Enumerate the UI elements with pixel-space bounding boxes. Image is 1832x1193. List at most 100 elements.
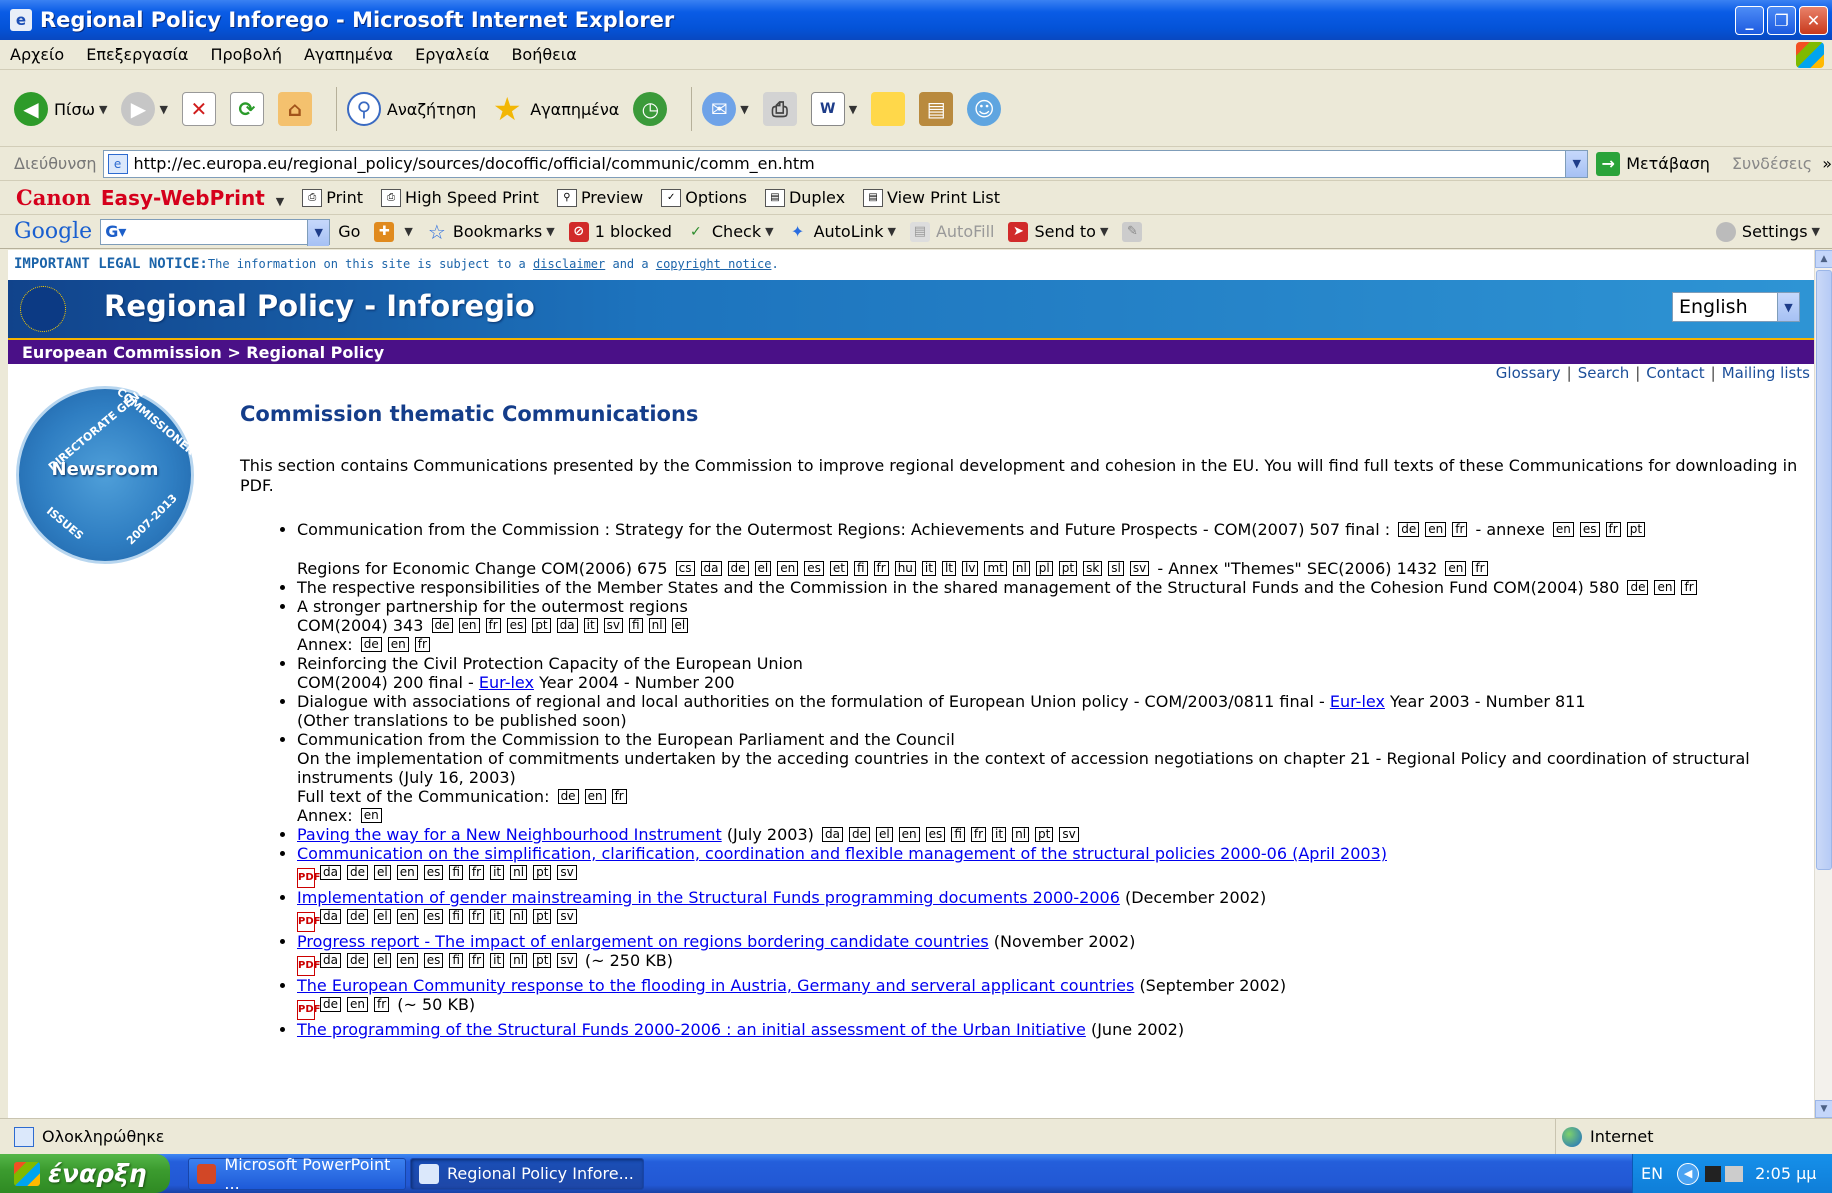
- language-link-it[interactable]: it: [583, 618, 598, 633]
- language-link-it[interactable]: it: [490, 953, 505, 968]
- language-link-fr[interactable]: fr: [468, 909, 485, 924]
- go-button[interactable]: → Μετάβαση: [1596, 151, 1710, 176]
- menu-edit[interactable]: Επεξεργασία: [86, 45, 188, 64]
- address-dropdown-icon[interactable]: ▼: [1565, 150, 1588, 177]
- research-button[interactable]: ▤: [919, 92, 954, 126]
- language-link-pt[interactable]: pt: [533, 865, 552, 880]
- language-link-pt[interactable]: pt: [1035, 827, 1054, 842]
- language-link-fi[interactable]: fi: [449, 909, 463, 924]
- language-link-sv[interactable]: sv: [557, 953, 577, 968]
- language-link-fr[interactable]: fr: [1472, 561, 1488, 576]
- language-link-es[interactable]: es: [506, 618, 527, 633]
- language-link-pt[interactable]: pt: [1626, 522, 1646, 537]
- language-link-lv[interactable]: lv: [962, 561, 979, 576]
- canon-print-button[interactable]: ⎙ Print: [302, 188, 363, 207]
- language-link-el[interactable]: el: [754, 561, 772, 576]
- language-link-en[interactable]: en: [396, 953, 418, 968]
- scroll-down-icon[interactable]: ▼: [1815, 1100, 1832, 1118]
- language-link-pt[interactable]: pt: [1058, 561, 1078, 576]
- language-link-mt[interactable]: mt: [984, 561, 1007, 576]
- item-link[interactable]: Implementation of gender mainstreaming i…: [297, 888, 1120, 907]
- language-link-fr[interactable]: fr: [485, 618, 501, 633]
- language-link-en[interactable]: en: [584, 789, 606, 804]
- item-link[interactable]: Paving the way for a New Neighbourhood I…: [297, 825, 722, 844]
- language-link-el[interactable]: el: [875, 827, 893, 842]
- scroll-thumb[interactable]: [1816, 270, 1832, 870]
- address-input[interactable]: e http://ec.europa.eu/regional_policy/so…: [102, 149, 1589, 178]
- language-link-lt[interactable]: lt: [941, 561, 956, 576]
- pdf-icon[interactable]: PDF: [297, 956, 320, 976]
- disclaimer-link[interactable]: disclaimer: [533, 257, 605, 271]
- language-link-fr[interactable]: fr: [414, 637, 430, 652]
- monitor-icon[interactable]: [1725, 1165, 1744, 1182]
- glossary-link[interactable]: Glossary: [1496, 364, 1561, 382]
- language-link-pt[interactable]: pt: [533, 909, 552, 924]
- language-link-en[interactable]: en: [1425, 522, 1447, 537]
- language-link-da[interactable]: da: [320, 953, 341, 968]
- high-speed-print-button[interactable]: ⎙ High Speed Print: [381, 188, 539, 207]
- language-link-nl[interactable]: nl: [1012, 561, 1030, 576]
- start-button[interactable]: έναρξη: [0, 1154, 170, 1193]
- forward-button[interactable]: ▶ ▼: [121, 92, 168, 126]
- language-link-es[interactable]: es: [423, 909, 444, 924]
- back-button[interactable]: ◀ Πίσω ▼: [14, 92, 107, 126]
- pdf-icon[interactable]: PDF: [297, 912, 320, 932]
- refresh-button[interactable]: ⟳: [229, 92, 264, 126]
- taskbar-item-ie[interactable]: Regional Policy Infore...: [410, 1157, 644, 1190]
- autolink-button[interactable]: ✦ AutoLink ▼: [788, 222, 896, 242]
- newsroom-badge[interactable]: DIRECTORATE GENERAL COMMISSIONER Newsroo…: [16, 369, 197, 564]
- language-link-fr[interactable]: fr: [1605, 522, 1621, 537]
- spell-check-button[interactable]: ✓ Check ▼: [686, 222, 774, 242]
- options-button[interactable]: ✓ Options: [661, 188, 747, 207]
- language-link-fr[interactable]: fr: [611, 789, 627, 804]
- taskbar-item-powerpoint[interactable]: Microsoft PowerPoint ...: [188, 1155, 406, 1193]
- vertical-scrollbar[interactable]: ▲ ▼: [1814, 250, 1832, 1118]
- language-link-en[interactable]: en: [396, 909, 418, 924]
- scroll-up-icon[interactable]: ▲: [1815, 250, 1832, 268]
- language-link-de[interactable]: de: [346, 909, 368, 924]
- language-link-es[interactable]: es: [423, 953, 444, 968]
- language-link-pt[interactable]: pt: [532, 618, 551, 633]
- language-link-da[interactable]: da: [320, 865, 341, 880]
- language-link-es[interactable]: es: [804, 561, 824, 576]
- breadcrumb[interactable]: European Commission > Regional Policy: [8, 338, 1814, 364]
- language-link-fr[interactable]: fr: [374, 997, 390, 1012]
- network-icon[interactable]: [1705, 1165, 1722, 1182]
- language-link-en[interactable]: en: [458, 618, 480, 633]
- more-chevron[interactable]: »: [1822, 154, 1832, 173]
- language-link-el[interactable]: el: [373, 953, 391, 968]
- language-link-en[interactable]: en: [1552, 522, 1574, 537]
- contact-link[interactable]: Contact: [1646, 364, 1704, 382]
- minimize-icon[interactable]: _: [1735, 6, 1764, 35]
- eur-lex-link[interactable]: Eur-lex: [1330, 692, 1385, 711]
- language-link-es[interactable]: es: [925, 827, 946, 842]
- language-link-de[interactable]: de: [557, 789, 579, 804]
- print-button[interactable]: ⎙: [762, 92, 797, 126]
- item-link[interactable]: Communication on the simplification, cla…: [297, 844, 1387, 863]
- language-link-de[interactable]: de: [346, 953, 368, 968]
- history-button[interactable]: ◷: [633, 92, 668, 126]
- language-link-it[interactable]: it: [490, 865, 505, 880]
- language-dropdown-icon[interactable]: ▼: [1777, 293, 1799, 321]
- language-link-de[interactable]: de: [1627, 580, 1649, 595]
- mail-dropdown-icon[interactable]: ▼: [740, 103, 748, 116]
- item-link[interactable]: The programming of the Structural Funds …: [297, 1020, 1086, 1039]
- back-dropdown-icon[interactable]: ▼: [99, 103, 107, 116]
- edit-dropdown-icon[interactable]: ▼: [849, 103, 857, 116]
- language-link-en[interactable]: en: [1445, 561, 1467, 576]
- language-link-fr[interactable]: fr: [468, 953, 485, 968]
- menu-view[interactable]: Προβολή: [210, 45, 282, 64]
- language-link-en[interactable]: en: [396, 865, 418, 880]
- input-language[interactable]: EN: [1641, 1164, 1663, 1183]
- home-button[interactable]: ⌂: [277, 92, 312, 126]
- language-link-fr[interactable]: fr: [1452, 522, 1468, 537]
- language-link-el[interactable]: el: [373, 909, 391, 924]
- item-link[interactable]: Progress report - The impact of enlargem…: [297, 932, 989, 951]
- language-select[interactable]: English ▼: [1672, 292, 1800, 322]
- language-link-fi[interactable]: fi: [629, 618, 643, 633]
- language-link-nl[interactable]: nl: [510, 953, 528, 968]
- eur-lex-link[interactable]: Eur-lex: [479, 673, 534, 692]
- language-link-hu[interactable]: hu: [894, 561, 916, 576]
- language-link-it[interactable]: it: [921, 561, 936, 576]
- preview-button[interactable]: ⚲ Preview: [556, 188, 643, 207]
